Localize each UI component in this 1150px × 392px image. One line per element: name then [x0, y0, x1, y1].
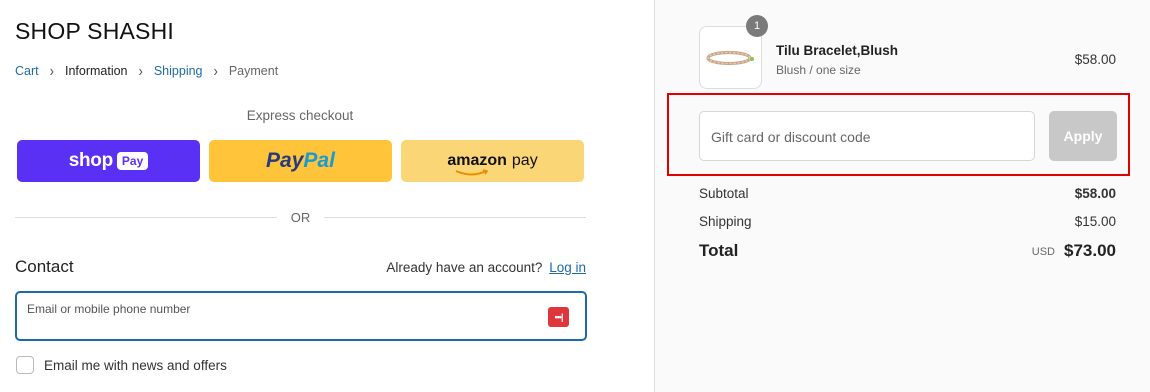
email-placeholder: Email or mobile phone number — [27, 302, 191, 316]
shipping-label: Shipping — [699, 214, 752, 229]
paypal-logo-part2: Pal — [303, 149, 335, 172]
have-account-text: Already have an account? Log in — [386, 260, 586, 275]
product-name: Tilu Bracelet,Blush — [776, 43, 899, 58]
breadcrumb-payment: Payment — [228, 63, 279, 78]
newsletter-checkbox[interactable] — [16, 356, 34, 374]
login-link[interactable]: Log in — [549, 260, 586, 275]
divider-right — [324, 217, 586, 218]
shop-pay-word: shop — [68, 150, 113, 171]
contact-heading: Contact — [15, 257, 74, 276]
chevron-right-icon: › — [49, 61, 54, 80]
breadcrumb-information: Information — [64, 63, 128, 78]
breadcrumb: Cart › Information › Shipping › Payment — [15, 61, 279, 80]
total-value: $73.00 — [1064, 241, 1116, 260]
discount-placeholder: Gift card or discount code — [711, 129, 871, 145]
shop-pay-badge: Pay — [116, 152, 149, 170]
chevron-right-icon: › — [213, 61, 218, 80]
newsletter-label[interactable]: Email me with news and offers — [44, 358, 227, 373]
subtotal-label: Subtotal — [699, 186, 749, 201]
product-variant: Blush / one size — [776, 63, 861, 77]
quantity-badge: 1 — [746, 15, 768, 37]
paypal-button[interactable]: Pay Pal — [209, 140, 392, 182]
shipping-value: $15.00 — [1074, 214, 1116, 229]
product-price: $58.00 — [1074, 52, 1116, 67]
password-manager-icon[interactable]: •••| — [548, 307, 569, 327]
chevron-right-icon: › — [138, 61, 143, 80]
divider-left — [15, 217, 277, 218]
subtotal-value: $58.00 — [1074, 186, 1116, 201]
or-divider-text: OR — [290, 210, 311, 225]
paypal-logo-part1: Pay — [266, 149, 304, 172]
order-summary: 1 Tilu Bracelet,Blush Blush / one size $… — [654, 0, 1150, 392]
bracelet-icon — [706, 50, 754, 66]
email-field[interactable]: Email or mobile phone number •••| — [15, 291, 587, 341]
amazon-pay-word: pay — [511, 152, 538, 169]
breadcrumb-cart[interactable]: Cart — [15, 64, 39, 78]
express-checkout-label: Express checkout — [246, 108, 354, 123]
store-name[interactable]: SHOP SHASHI — [15, 18, 174, 45]
total-label: Total — [699, 241, 739, 260]
have-account-label: Already have an account? — [386, 260, 543, 275]
amazon-smile-icon — [455, 169, 489, 176]
amazon-logo-word: amazon — [447, 152, 507, 176]
breadcrumb-shipping[interactable]: Shipping — [154, 64, 203, 78]
discount-code-input[interactable]: Gift card or discount code — [699, 111, 1035, 161]
apply-button[interactable]: Apply — [1049, 111, 1117, 161]
amazon-pay-button[interactable]: amazon pay — [401, 140, 584, 182]
shop-pay-button[interactable]: shop Pay — [17, 140, 200, 182]
currency-code: USD — [1031, 246, 1055, 258]
checkout-main: SHOP SHASHI Cart › Information › Shippin… — [0, 0, 654, 392]
